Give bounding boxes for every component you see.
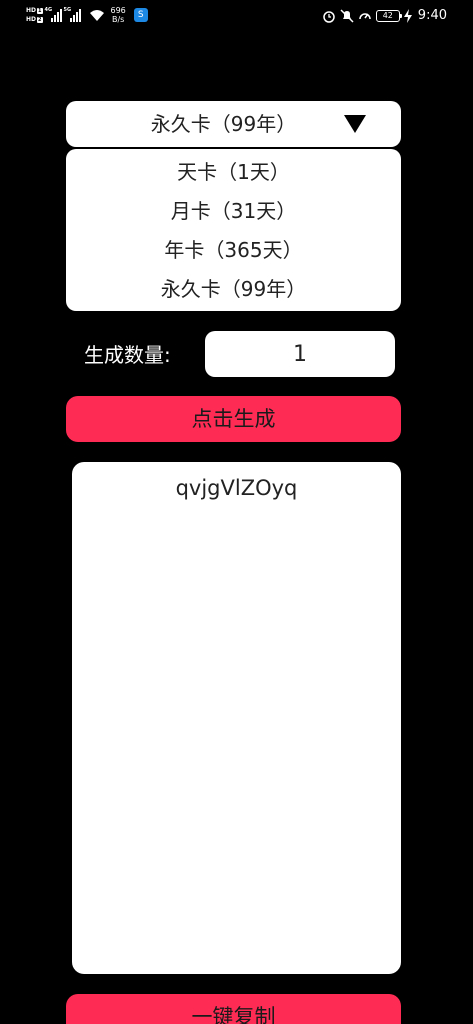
copy-button[interactable]: 一键复制 [66, 994, 401, 1024]
card-type-options: 天卡（1天） 月卡（31天） 年卡（365天） 永久卡（99年） [66, 149, 401, 311]
signal-icon: 4G [45, 7, 62, 22]
option-year-card[interactable]: 年卡（365天） [66, 231, 401, 270]
signal-type: 4G [44, 7, 53, 13]
battery-icon: 42 [375, 9, 402, 22]
mute-icon [340, 8, 354, 23]
dropdown-arrow-icon[interactable] [344, 115, 366, 133]
hd-label: HD [26, 15, 37, 23]
card-type-select[interactable]: 永久卡（99年） [66, 101, 401, 147]
sim-badge: 2 [37, 16, 43, 23]
status-left: HD 1 HD 2 4G 5G 696 B/s S [26, 6, 148, 24]
option-permanent-card[interactable]: 永久卡（99年） [66, 270, 401, 309]
generate-button[interactable]: 点击生成 [66, 396, 401, 442]
app-notification-icon: S [133, 8, 148, 22]
status-bar: HD 1 HD 2 4G 5G 696 B/s S 42 9:40 [0, 0, 473, 34]
clock: 9:40 [417, 8, 447, 23]
network-speed: 696 B/s [111, 6, 126, 24]
wifi-icon [89, 10, 104, 21]
hd-label: HD [26, 6, 37, 14]
signal-type: 5G [63, 7, 72, 13]
hd-indicator-1: HD 1 [26, 7, 43, 15]
speedometer-icon [359, 12, 371, 19]
signal-icon-2: 5G [64, 7, 81, 22]
alarm-icon [323, 10, 335, 23]
output-textarea[interactable]: qvjgVlZOyq [72, 462, 401, 974]
quantity-label: 生成数量: [84, 343, 171, 367]
quantity-input[interactable] [205, 331, 395, 377]
network-speed-value: 696 [110, 6, 126, 15]
hd-indicator-2: HD 2 [26, 16, 43, 24]
option-month-card[interactable]: 月卡（31天） [66, 192, 401, 231]
sim-badge: 1 [37, 7, 43, 14]
app-screen: HD 1 HD 2 4G 5G 696 B/s S 42 9:40 永久卡（99… [0, 0, 473, 1024]
status-right: 42 9:40 [322, 8, 447, 23]
hd-indicators: HD 1 HD 2 [26, 7, 43, 24]
network-speed-unit: B/s [111, 15, 125, 24]
option-day-card[interactable]: 天卡（1天） [66, 153, 401, 192]
charging-icon [403, 8, 412, 23]
